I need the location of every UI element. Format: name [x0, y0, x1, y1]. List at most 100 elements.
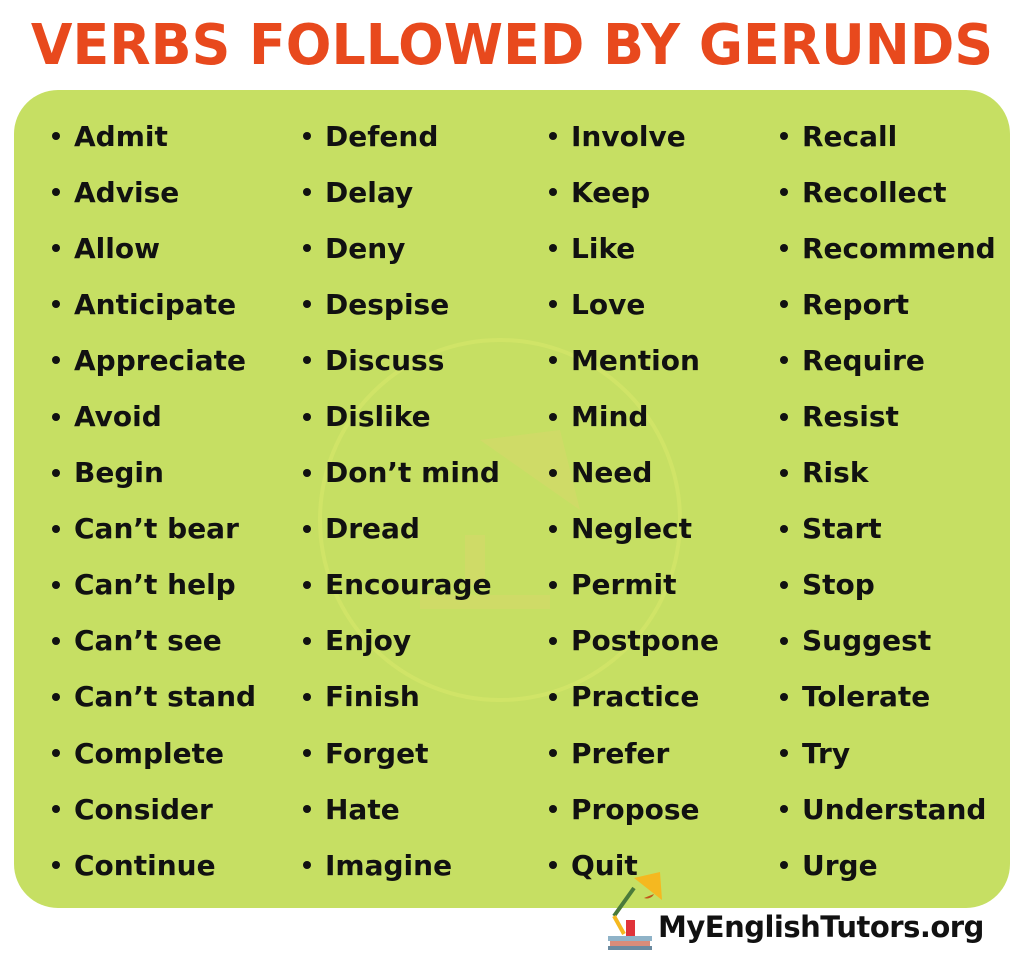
- list-item: Despise: [303, 276, 500, 332]
- list-item: Dislike: [303, 388, 500, 444]
- bullet-icon: [303, 524, 311, 533]
- list-item: Prefer: [549, 725, 719, 781]
- list-item: Imagine: [303, 837, 500, 893]
- bullet-icon: [549, 188, 557, 197]
- list-item: Begin: [52, 445, 256, 501]
- list-item: Suggest: [780, 613, 996, 669]
- bullet-icon: [780, 805, 788, 814]
- list-item: Love: [549, 276, 719, 332]
- list-item: Appreciate: [52, 332, 256, 388]
- bullet-icon: [549, 524, 557, 533]
- bullet-icon: [549, 244, 557, 253]
- bullet-icon: [549, 805, 557, 814]
- bullet-icon: [303, 356, 311, 365]
- list-item: Understand: [780, 781, 996, 837]
- list-item: Involve: [549, 108, 719, 164]
- list-item: Recollect: [780, 164, 996, 220]
- bullet-icon: [52, 188, 60, 197]
- list-item: Hate: [303, 781, 500, 837]
- list-item: Can’t help: [52, 557, 256, 613]
- list-item: Recall: [780, 108, 996, 164]
- bullet-icon: [303, 749, 311, 758]
- list-item: Start: [780, 501, 996, 557]
- bullet-icon: [780, 636, 788, 645]
- list-item: Delay: [303, 164, 500, 220]
- logo-text: MyEnglishTutors.org: [658, 910, 984, 944]
- list-item: Discuss: [303, 332, 500, 388]
- list-item: Anticipate: [52, 276, 256, 332]
- site-logo: MyEnglishTutors.org: [604, 870, 1004, 952]
- bullet-icon: [549, 636, 557, 645]
- bullet-icon: [780, 524, 788, 533]
- bullet-icon: [52, 524, 60, 533]
- list-item: Forget: [303, 725, 500, 781]
- bullet-icon: [303, 188, 311, 197]
- bullet-icon: [303, 805, 311, 814]
- bullet-icon: [780, 244, 788, 253]
- list-item: Can’t stand: [52, 669, 256, 725]
- list-item: Stop: [780, 557, 996, 613]
- bullet-icon: [549, 861, 557, 870]
- bullet-icon: [549, 356, 557, 365]
- bullet-icon: [52, 300, 60, 309]
- list-item: Can’t bear: [52, 501, 256, 557]
- bullet-icon: [303, 300, 311, 309]
- bullet-icon: [303, 692, 311, 701]
- bullet-icon: [52, 580, 60, 589]
- bullet-icon: [303, 468, 311, 477]
- list-item: Postpone: [549, 613, 719, 669]
- list-item: Keep: [549, 164, 719, 220]
- bullet-icon: [52, 861, 60, 870]
- list-item: Try: [780, 725, 996, 781]
- verb-column-3: Involve Keep Like Love Mention Mind Need…: [549, 108, 719, 893]
- bullet-icon: [780, 300, 788, 309]
- bullet-icon: [52, 636, 60, 645]
- bullet-icon: [303, 636, 311, 645]
- list-item: Don’t mind: [303, 445, 500, 501]
- verb-column-4: Recall Recollect Recommend Report Requir…: [780, 108, 996, 893]
- list-item: Complete: [52, 725, 256, 781]
- list-item: Finish: [303, 669, 500, 725]
- list-item: Enjoy: [303, 613, 500, 669]
- list-item: Deny: [303, 220, 500, 276]
- verb-column-1: Admit Advise Allow Anticipate Appreciate…: [52, 108, 256, 893]
- page-title: VERBS FOLLOWED BY GERUNDS: [30, 13, 994, 78]
- bullet-icon: [52, 805, 60, 814]
- list-item: Recommend: [780, 220, 996, 276]
- list-item: Encourage: [303, 557, 500, 613]
- bullet-icon: [303, 412, 311, 421]
- list-item: Admit: [52, 108, 256, 164]
- bullet-icon: [52, 132, 60, 141]
- bullet-icon: [780, 749, 788, 758]
- bullet-icon: [780, 692, 788, 701]
- bullet-icon: [780, 412, 788, 421]
- bullet-icon: [303, 244, 311, 253]
- bullet-icon: [52, 468, 60, 477]
- desk-lamp-icon: [608, 872, 662, 950]
- bullet-icon: [303, 861, 311, 870]
- bullet-icon: [549, 412, 557, 421]
- bullet-icon: [303, 132, 311, 141]
- list-item: Defend: [303, 108, 500, 164]
- bullet-icon: [780, 468, 788, 477]
- bullet-icon: [52, 749, 60, 758]
- bullet-icon: [52, 244, 60, 253]
- list-item: Tolerate: [780, 669, 996, 725]
- list-item: Risk: [780, 445, 996, 501]
- list-item: Dread: [303, 501, 500, 557]
- list-item: Avoid: [52, 388, 256, 444]
- list-item: Report: [780, 276, 996, 332]
- list-item: Continue: [52, 837, 256, 893]
- bullet-icon: [549, 132, 557, 141]
- list-item: Consider: [52, 781, 256, 837]
- bullet-icon: [549, 692, 557, 701]
- bullet-icon: [549, 300, 557, 309]
- bullet-icon: [780, 356, 788, 365]
- bullet-icon: [780, 861, 788, 870]
- bullet-icon: [780, 580, 788, 589]
- bullet-icon: [549, 468, 557, 477]
- list-item: Allow: [52, 220, 256, 276]
- list-item: Permit: [549, 557, 719, 613]
- list-item: Propose: [549, 781, 719, 837]
- list-item: Advise: [52, 164, 256, 220]
